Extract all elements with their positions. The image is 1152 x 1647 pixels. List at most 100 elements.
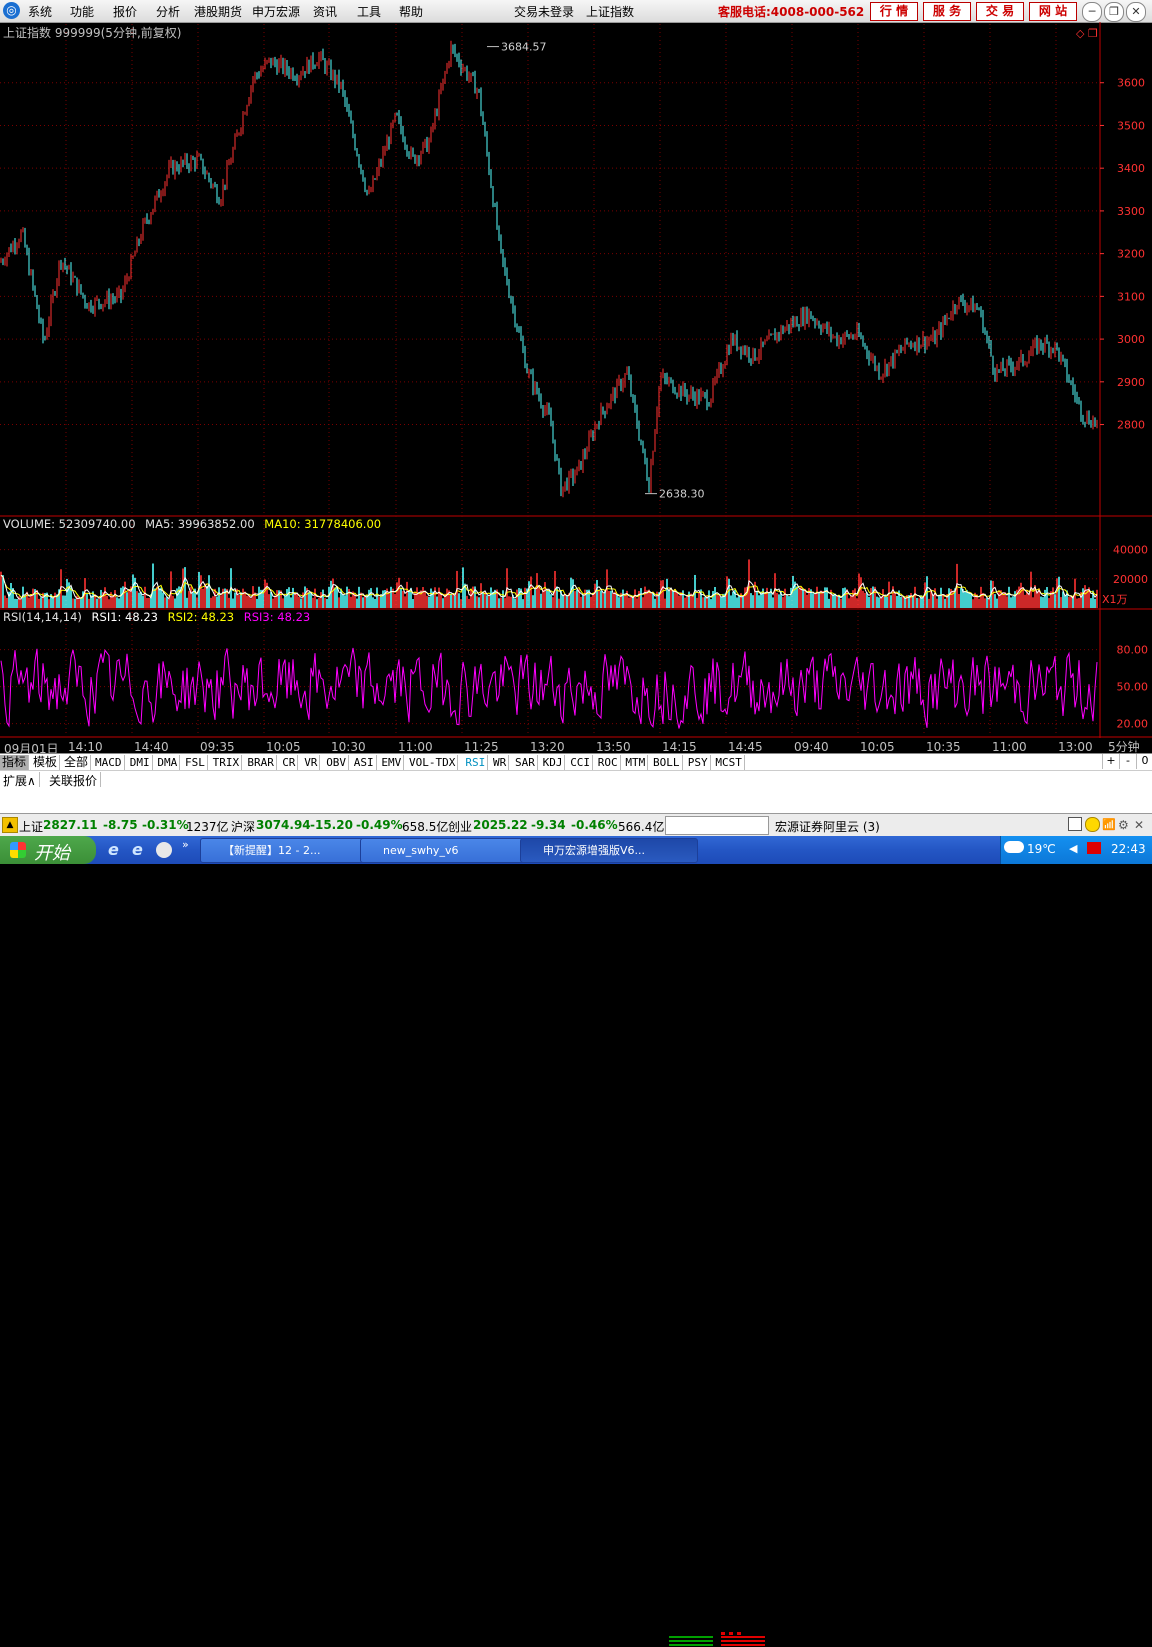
weather-icon[interactable] <box>1004 841 1024 853</box>
hs-index-label[interactable]: 沪深 <box>231 818 255 835</box>
x-tick-label: 14:15 <box>662 740 697 754</box>
x-tick-label: 10:30 <box>331 740 366 754</box>
task-swhy[interactable]: 申万宏源增强版V6... <box>520 838 698 863</box>
bell-icon[interactable]: ▲ <box>2 817 18 833</box>
indicator-tab-roc[interactable]: ROC <box>596 755 621 770</box>
menu-quote[interactable]: 报价 <box>113 3 137 20</box>
signal-icon[interactable]: 📶 <box>1102 818 1116 831</box>
menu-help[interactable]: 帮助 <box>399 3 423 20</box>
price-annotations: 3684.57 2638.30 <box>487 41 705 501</box>
indicator-tab-全部[interactable]: 全部 <box>62 755 92 770</box>
volume-ma5: MA5: 39963852.00 <box>145 517 254 531</box>
restore-icon[interactable]: ❐ <box>1104 2 1124 22</box>
indicator-tab-brar[interactable]: BRAR <box>245 755 277 770</box>
app-logo-icon[interactable]: ◎ <box>3 2 20 19</box>
kline-chart[interactable]: 2800 2900 3000 3100 3200 3300 3400 3500 3600 2000… <box>0 22 1152 740</box>
ie-icon[interactable]: e <box>108 840 119 859</box>
x-tick-label: 10:05 <box>266 740 301 754</box>
monitor-icon[interactable] <box>1068 817 1082 831</box>
scroll-plus-button[interactable]: + <box>1102 754 1119 769</box>
menu-tools[interactable]: 工具 <box>357 3 381 20</box>
breadth-bars-icon <box>669 1632 765 1646</box>
menu-swhy[interactable]: 申万宏源 <box>252 3 300 20</box>
close-status-icon[interactable]: ✕ <box>1134 818 1144 832</box>
menu-analysis[interactable]: 分析 <box>156 3 180 20</box>
smiley-icon[interactable] <box>1085 817 1100 832</box>
price-tick-label: 3500 <box>1117 119 1145 132</box>
indicator-tab-obv[interactable]: OBV <box>324 755 350 770</box>
menu-system[interactable]: 系统 <box>28 3 52 20</box>
indicator-tab-kdj[interactable]: KDJ <box>541 755 566 770</box>
tray-arrow-icon[interactable]: ◀ <box>1069 842 1077 855</box>
scroll-minus-button[interactable]: - <box>1119 754 1136 769</box>
indicator-tab-fsl[interactable]: FSL <box>183 755 208 770</box>
website-button[interactable]: 网 站 <box>1029 2 1077 21</box>
sh-index-label[interactable]: 上证 <box>19 818 43 835</box>
quicklaunch-more-icon[interactable]: » <box>182 838 189 851</box>
task-folder[interactable]: new_swhy_v6 <box>360 838 538 863</box>
menu-bar: ◎ 系统 功能 报价 分析 港股期货 申万宏源 资讯 工具 帮助 交易未登录 上… <box>0 0 1152 23</box>
rsi-line <box>0 647 1098 729</box>
current-index-label: 上证指数 <box>586 5 635 19</box>
rsi-series <box>0 647 1098 729</box>
x-tick-label: 13:20 <box>530 740 565 754</box>
server-name[interactable]: 宏源证券阿里云 (3) <box>775 818 880 835</box>
indicator-tab-vr[interactable]: VR <box>302 755 321 770</box>
rsi-params: RSI(14,14,14) <box>3 610 82 624</box>
annotation-label: 3684.57 <box>501 41 547 54</box>
volume-tick-label: 40000 <box>1113 544 1148 557</box>
indicator-tab-wr[interactable]: WR <box>491 755 510 770</box>
start-button[interactable]: 开始 <box>0 836 96 864</box>
indicator-tab-macd[interactable]: MACD <box>93 755 125 770</box>
indicator-tab-指标[interactable]: 指标 <box>0 755 30 770</box>
tray-flag-icon[interactable] <box>1087 842 1101 854</box>
x-tick-label: 13:50 <box>596 740 631 754</box>
indicator-tab-boll[interactable]: BOLL <box>651 755 683 770</box>
service-button[interactable]: 服 务 <box>923 2 971 21</box>
indicator-tab-cci[interactable]: CCI <box>568 755 594 770</box>
indicator-tab-trix[interactable]: TRIX <box>211 755 243 770</box>
cy-index-label[interactable]: 创业 <box>448 818 472 835</box>
login-status[interactable]: 交易未登录 <box>514 3 574 20</box>
indicator-tab-emv[interactable]: EMV <box>379 755 405 770</box>
cy-index-amount: 566.4亿 <box>618 820 665 834</box>
menu-function[interactable]: 功能 <box>70 3 94 20</box>
settings-icon[interactable]: ⚙ <box>1118 818 1129 832</box>
indicator-tab-asi[interactable]: ASI <box>352 755 377 770</box>
indicator-tab-dmi[interactable]: DMI <box>128 755 153 770</box>
menu-info[interactable]: 资讯 <box>313 3 337 20</box>
rsi-tick-label: 20.00 <box>1117 718 1149 731</box>
chart-grid <box>0 24 1100 736</box>
scroll-zero-button[interactable]: 0 <box>1136 754 1152 769</box>
chart-title: 上证指数 999999(5分钟,前复权) <box>3 25 181 40</box>
indicator-tab-vol-tdx[interactable]: VOL-TDX <box>407 755 459 770</box>
indicator-tab-cr[interactable]: CR <box>280 755 299 770</box>
indicator-tab-mcst[interactable]: MCST <box>713 755 745 770</box>
indicator-tab-模板[interactable]: 模板 <box>31 755 61 770</box>
ie-icon-2[interactable]: e <box>132 840 143 859</box>
minimize-icon[interactable]: ─ <box>1082 2 1102 22</box>
status-bar: ▲ 上证 2827.11 -8.75 -0.31% 1237亿 沪深 3074.… <box>0 813 1152 1646</box>
browser-icon[interactable] <box>156 842 172 858</box>
indicator-tab-dma[interactable]: DMA <box>155 755 181 770</box>
window-toggle-icon[interactable]: ❐ <box>1088 27 1098 40</box>
task-browser[interactable]: 【新提醒】12 - 2... <box>200 838 378 863</box>
rsi-tick-label: 80.00 <box>1117 644 1149 657</box>
x-tick-label: 09:40 <box>794 740 829 754</box>
pane-borders <box>0 22 1152 738</box>
indicator-tab-sar[interactable]: SAR <box>513 755 538 770</box>
menu-hk-futures[interactable]: 港股期货 <box>194 3 242 20</box>
x-tick-label: 09:35 <box>200 740 235 754</box>
svg-text:VOLUME: 52309740.00 MA5: 3: VOLUME: 52309740.00 MA5: 39963852.00 MA1… <box>3 517 381 531</box>
indicator-tab-psy[interactable]: PSY <box>686 755 711 770</box>
market-button[interactable]: 行 情 <box>870 2 918 21</box>
close-icon[interactable]: ✕ <box>1126 2 1146 22</box>
trade-button[interactable]: 交 易 <box>976 2 1024 21</box>
indicator-tab-mtm[interactable]: MTM <box>623 755 649 770</box>
diamond-icon[interactable]: ◇ <box>1076 27 1085 40</box>
info-panel <box>0 787 1152 813</box>
x-tick-label: 10:05 <box>860 740 895 754</box>
indicator-tab-rsi[interactable]: RSI <box>463 755 489 770</box>
sub-tabs: 扩展∧ 关联报价 <box>0 770 1152 789</box>
hs-index-pct: -0.49% <box>356 818 403 832</box>
